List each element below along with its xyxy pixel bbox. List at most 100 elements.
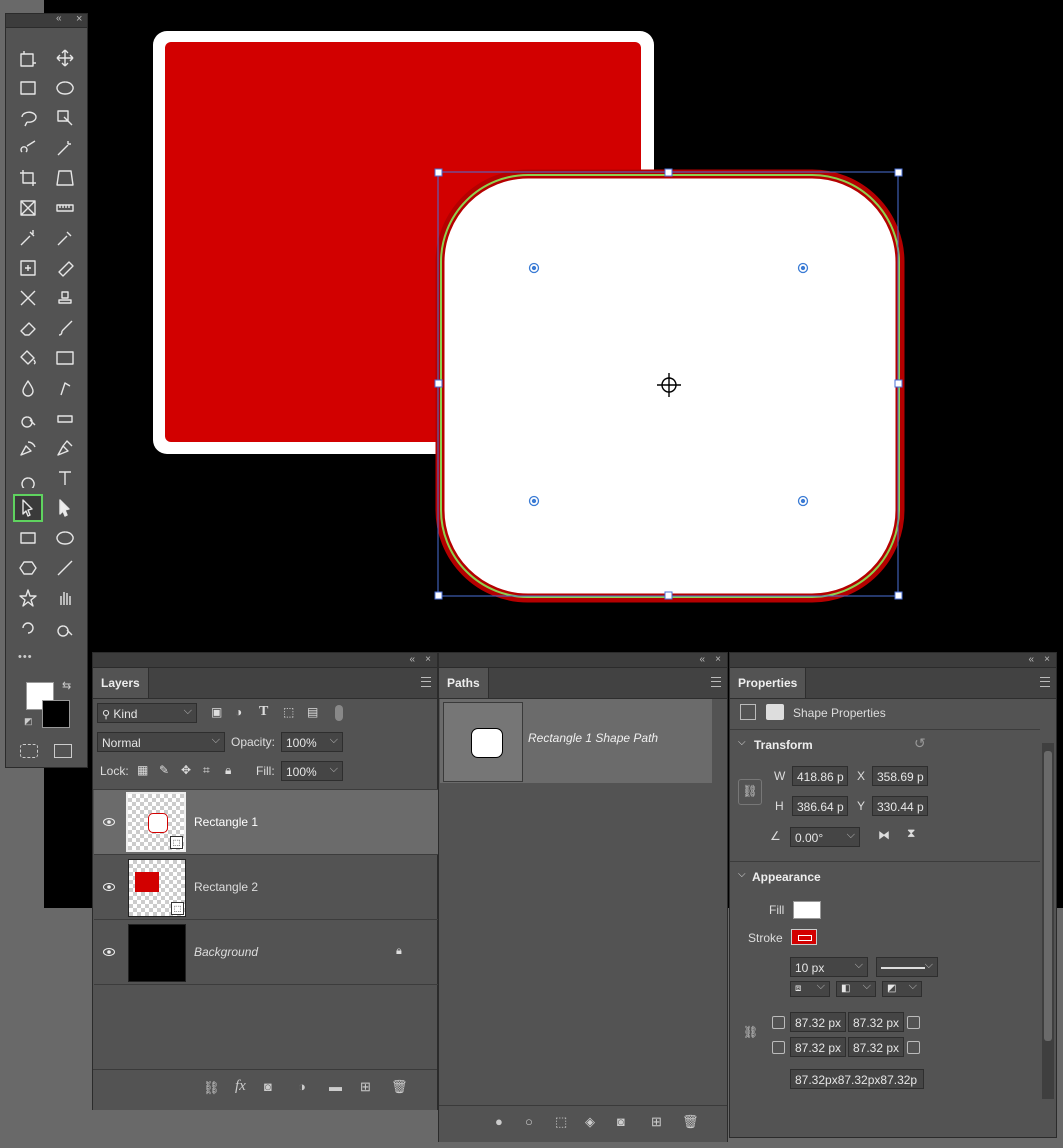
- polygon-tool-icon[interactable]: [14, 555, 42, 581]
- stroke-align-select[interactable]: ⧈: [790, 981, 830, 997]
- close-icon[interactable]: ×: [425, 653, 431, 667]
- panel-menu-icon[interactable]: [421, 677, 431, 687]
- ellipse-marquee-icon[interactable]: [51, 75, 79, 101]
- ruler-icon[interactable]: [51, 195, 79, 221]
- perspective-crop-icon[interactable]: [51, 165, 79, 191]
- filter-kind-select[interactable]: ⚲ Kind: [97, 703, 197, 723]
- lock-all-icon[interactable]: 🔒︎: [225, 763, 231, 778]
- hand-icon[interactable]: [51, 585, 79, 611]
- make-work-path-icon[interactable]: ◈: [585, 1114, 595, 1130]
- y-input[interactable]: 330.44 p: [872, 796, 928, 816]
- reset-transform-icon[interactable]: ↺: [914, 735, 926, 752]
- brush-icon[interactable]: [51, 315, 79, 341]
- layer-name[interactable]: Background: [194, 945, 258, 959]
- collapse-icon[interactable]: «: [409, 653, 415, 667]
- blend-mode-select[interactable]: Normal: [97, 732, 225, 752]
- paint-bucket-icon[interactable]: [14, 345, 42, 371]
- spot-heal-icon[interactable]: [14, 255, 42, 281]
- panel-menu-icon[interactable]: [1040, 677, 1050, 687]
- chevron-down-icon[interactable]: ⌵: [738, 869, 746, 880]
- flip-horizontal-icon[interactable]: ⧓: [878, 828, 890, 842]
- tab-properties[interactable]: Properties: [730, 668, 806, 698]
- quick-select-icon[interactable]: [14, 135, 42, 161]
- pattern-stamp-icon[interactable]: [14, 465, 42, 491]
- x-input[interactable]: 358.69 p: [872, 766, 928, 786]
- path-name[interactable]: Rectangle 1 Shape Path: [528, 731, 658, 745]
- visibility-eye-icon[interactable]: [103, 881, 115, 895]
- chevron-down-icon[interactable]: ⌵: [738, 737, 746, 748]
- lock-position-icon[interactable]: ✥: [181, 763, 191, 777]
- adjustment-layer-icon[interactable]: ◑: [298, 1079, 306, 1094]
- rect-marquee-icon[interactable]: [14, 75, 42, 101]
- swap-colors-icon[interactable]: ⇆: [62, 679, 71, 692]
- height-input[interactable]: 386.64 p: [792, 796, 848, 816]
- stroke-corners-select[interactable]: ◩: [882, 981, 922, 997]
- stroke-path-icon[interactable]: ○: [525, 1114, 533, 1129]
- link-layers-icon[interactable]: ⛓︎: [203, 1080, 220, 1096]
- blur-icon[interactable]: [14, 375, 42, 401]
- flip-vertical-icon[interactable]: ⧗: [907, 826, 915, 841]
- dodge-icon[interactable]: [14, 405, 42, 431]
- close-icon[interactable]: ×: [76, 13, 82, 25]
- transform-section-title[interactable]: Transform: [754, 738, 813, 752]
- rotate-view-icon[interactable]: [14, 615, 42, 641]
- load-selection-icon[interactable]: ⬚: [555, 1114, 567, 1130]
- direct-select-icon[interactable]: [51, 495, 79, 521]
- width-input[interactable]: 418.86 p: [792, 766, 848, 786]
- angle-input[interactable]: 0.00°: [790, 827, 860, 847]
- collapse-icon[interactable]: «: [699, 653, 705, 667]
- move-icon[interactable]: [51, 45, 79, 71]
- layer-name[interactable]: Rectangle 2: [194, 880, 258, 894]
- custom-shape-icon[interactable]: [14, 585, 42, 611]
- radius-bl-input[interactable]: 87.32 px: [790, 1037, 846, 1057]
- collapse-icon[interactable]: «: [1028, 653, 1034, 667]
- new-layer-icon[interactable]: ⊞: [360, 1079, 371, 1095]
- layer-name[interactable]: Rectangle 1: [194, 815, 258, 829]
- filter-pixel-icon[interactable]: ▣: [211, 705, 222, 719]
- appearance-section-title[interactable]: Appearance: [752, 870, 821, 884]
- frame-icon[interactable]: [14, 195, 42, 221]
- radius-all-input[interactable]: 87.32px87.32px87.32p: [790, 1069, 924, 1089]
- filter-smart-object-icon[interactable]: ▤: [307, 705, 318, 719]
- quick-mask-icon[interactable]: [20, 744, 38, 758]
- zoom-icon[interactable]: [51, 615, 79, 641]
- ellipse-tool-icon[interactable]: [51, 525, 79, 551]
- sponge-icon[interactable]: [51, 405, 79, 431]
- add-mask-icon[interactable]: ◙: [264, 1079, 272, 1094]
- pen-icon[interactable]: [51, 435, 79, 461]
- add-mask-icon[interactable]: ◙: [617, 1114, 625, 1129]
- fill-input[interactable]: 100%: [281, 761, 343, 781]
- path-row[interactable]: Rectangle 1 Shape Path: [440, 699, 712, 783]
- fill-swatch[interactable]: [793, 901, 821, 919]
- stroke-width-input[interactable]: 10 px: [790, 957, 868, 977]
- stroke-style-select[interactable]: [876, 957, 938, 977]
- collapse-icon[interactable]: «: [56, 13, 62, 24]
- new-group-icon[interactable]: ▬: [329, 1079, 342, 1094]
- lock-pixels-icon[interactable]: ✎: [159, 763, 169, 777]
- lock-transparent-icon[interactable]: ▦: [137, 763, 148, 777]
- more-tools-icon[interactable]: •••: [18, 651, 33, 663]
- content-aware-move-icon[interactable]: [14, 285, 42, 311]
- tab-layers[interactable]: Layers: [93, 668, 149, 698]
- stroke-swatch[interactable]: [791, 929, 817, 945]
- fill-path-icon[interactable]: ●: [495, 1114, 503, 1129]
- radius-br-input[interactable]: 87.32 px: [848, 1037, 904, 1057]
- link-wh-icon[interactable]: ⛓︎: [738, 779, 762, 805]
- filter-shape-icon[interactable]: ⬚: [283, 705, 294, 719]
- delete-path-icon[interactable]: 🗑︎: [682, 1114, 699, 1130]
- filter-adjustment-icon[interactable]: ◑: [235, 705, 242, 719]
- object-select-icon[interactable]: [51, 105, 79, 131]
- bandaid-icon[interactable]: [51, 255, 79, 281]
- eyedropper-icon[interactable]: [51, 225, 79, 251]
- freeform-pen-icon[interactable]: [14, 435, 42, 461]
- delete-layer-icon[interactable]: 🗑︎: [391, 1079, 408, 1095]
- default-colors-icon[interactable]: ◩: [24, 716, 33, 727]
- lock-artboard-icon[interactable]: ⌗: [203, 763, 210, 778]
- line-tool-icon[interactable]: [51, 555, 79, 581]
- filter-type-icon[interactable]: T: [259, 704, 268, 720]
- color-sampler-icon[interactable]: [14, 225, 42, 251]
- fx-icon[interactable]: fx: [235, 1078, 246, 1095]
- gradient-icon[interactable]: [51, 345, 79, 371]
- panel-menu-icon[interactable]: [711, 677, 721, 687]
- filter-toggle-icon[interactable]: [335, 705, 343, 721]
